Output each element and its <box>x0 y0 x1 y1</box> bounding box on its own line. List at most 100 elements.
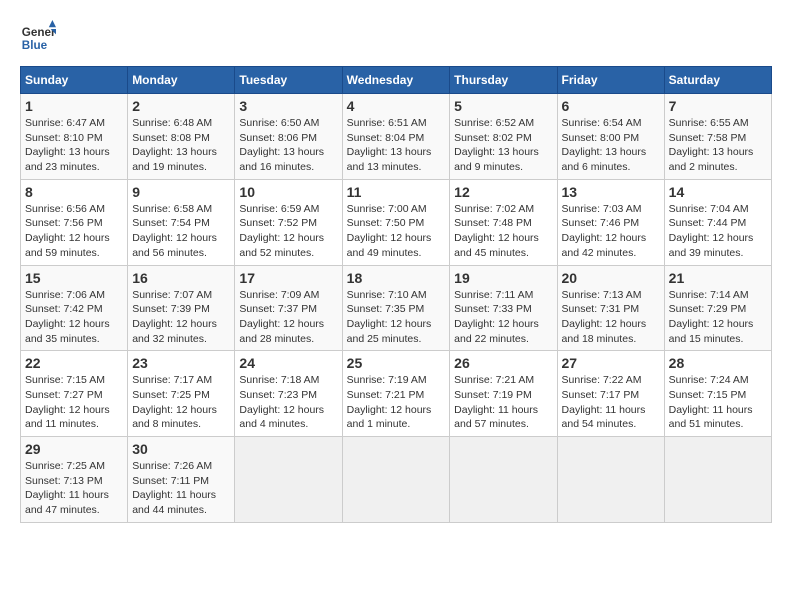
day-number: 4 <box>347 98 446 114</box>
day-info: Sunrise: 7:25 AMSunset: 7:13 PMDaylight:… <box>25 459 123 518</box>
calendar-header-row: SundayMondayTuesdayWednesdayThursdayFrid… <box>21 67 772 94</box>
calendar-cell: 29 Sunrise: 7:25 AMSunset: 7:13 PMDayligh… <box>21 437 128 523</box>
day-number: 3 <box>239 98 337 114</box>
day-info: Sunrise: 7:00 AMSunset: 7:50 PMDaylight:… <box>347 202 446 261</box>
day-number: 1 <box>25 98 123 114</box>
calendar-cell: 28 Sunrise: 7:24 AMSunset: 7:15 PMDayligh… <box>664 351 771 437</box>
day-info: Sunrise: 7:07 AMSunset: 7:39 PMDaylight:… <box>132 288 230 347</box>
day-info: Sunrise: 7:11 AMSunset: 7:33 PMDaylight:… <box>454 288 552 347</box>
day-number: 19 <box>454 270 552 286</box>
calendar-cell: 22 Sunrise: 7:15 AMSunset: 7:27 PMDayligh… <box>21 351 128 437</box>
col-header-friday: Friday <box>557 67 664 94</box>
day-number: 22 <box>25 355 123 371</box>
day-info: Sunrise: 6:55 AMSunset: 7:58 PMDaylight:… <box>669 116 767 175</box>
day-info: Sunrise: 6:58 AMSunset: 7:54 PMDaylight:… <box>132 202 230 261</box>
day-info: Sunrise: 7:14 AMSunset: 7:29 PMDaylight:… <box>669 288 767 347</box>
day-info: Sunrise: 6:48 AMSunset: 8:08 PMDaylight:… <box>132 116 230 175</box>
day-number: 7 <box>669 98 767 114</box>
day-info: Sunrise: 7:09 AMSunset: 7:37 PMDaylight:… <box>239 288 337 347</box>
day-info: Sunrise: 7:06 AMSunset: 7:42 PMDaylight:… <box>25 288 123 347</box>
day-number: 26 <box>454 355 552 371</box>
day-info: Sunrise: 7:13 AMSunset: 7:31 PMDaylight:… <box>562 288 660 347</box>
calendar-cell: 17 Sunrise: 7:09 AMSunset: 7:37 PMDayligh… <box>235 265 342 351</box>
day-info: Sunrise: 7:17 AMSunset: 7:25 PMDaylight:… <box>132 373 230 432</box>
calendar-week-row: 29 Sunrise: 7:25 AMSunset: 7:13 PMDayligh… <box>21 437 772 523</box>
calendar-week-row: 22 Sunrise: 7:15 AMSunset: 7:27 PMDayligh… <box>21 351 772 437</box>
calendar-cell: 30Sunrise: 7:26 AMSunset: 7:11 PMDayligh… <box>128 437 235 523</box>
day-number: 6 <box>562 98 660 114</box>
calendar-cell: 21 Sunrise: 7:14 AMSunset: 7:29 PMDayligh… <box>664 265 771 351</box>
calendar-week-row: 1 Sunrise: 6:47 AMSunset: 8:10 PMDaylight… <box>21 94 772 180</box>
day-number: 24 <box>239 355 337 371</box>
day-number: 8 <box>25 184 123 200</box>
day-info: Sunrise: 7:03 AMSunset: 7:46 PMDaylight:… <box>562 202 660 261</box>
day-number: 16 <box>132 270 230 286</box>
calendar-cell: 23 Sunrise: 7:17 AMSunset: 7:25 PMDayligh… <box>128 351 235 437</box>
calendar-cell: 14 Sunrise: 7:04 AMSunset: 7:44 PMDayligh… <box>664 179 771 265</box>
calendar-cell: 3 Sunrise: 6:50 AMSunset: 8:06 PMDaylight… <box>235 94 342 180</box>
day-info: Sunrise: 7:18 AMSunset: 7:23 PMDaylight:… <box>239 373 337 432</box>
calendar-cell: 1 Sunrise: 6:47 AMSunset: 8:10 PMDaylight… <box>21 94 128 180</box>
day-number: 2 <box>132 98 230 114</box>
day-number: 11 <box>347 184 446 200</box>
calendar-cell: 12 Sunrise: 7:02 AMSunset: 7:48 PMDayligh… <box>450 179 557 265</box>
col-header-saturday: Saturday <box>664 67 771 94</box>
day-info: Sunrise: 6:54 AMSunset: 8:00 PMDaylight:… <box>562 116 660 175</box>
day-number: 9 <box>132 184 230 200</box>
day-info: Sunrise: 7:19 AMSunset: 7:21 PMDaylight:… <box>347 373 446 432</box>
calendar-cell: 20 Sunrise: 7:13 AMSunset: 7:31 PMDayligh… <box>557 265 664 351</box>
day-number: 18 <box>347 270 446 286</box>
day-number: 23 <box>132 355 230 371</box>
day-number: 30 <box>132 441 230 457</box>
day-number: 5 <box>454 98 552 114</box>
day-number: 15 <box>25 270 123 286</box>
day-info: Sunrise: 7:24 AMSunset: 7:15 PMDaylight:… <box>669 373 767 432</box>
calendar-cell: 4Sunrise: 6:51 AMSunset: 8:04 PMDaylight… <box>342 94 450 180</box>
day-info: Sunrise: 6:50 AMSunset: 8:06 PMDaylight:… <box>239 116 337 175</box>
day-info: Sunrise: 7:04 AMSunset: 7:44 PMDaylight:… <box>669 202 767 261</box>
day-number: 21 <box>669 270 767 286</box>
logo-icon: General Blue <box>20 20 56 56</box>
calendar-cell: 13Sunrise: 7:03 AMSunset: 7:46 PMDayligh… <box>557 179 664 265</box>
day-info: Sunrise: 6:47 AMSunset: 8:10 PMDaylight:… <box>25 116 123 175</box>
col-header-monday: Monday <box>128 67 235 94</box>
day-info: Sunrise: 6:59 AMSunset: 7:52 PMDaylight:… <box>239 202 337 261</box>
page-header: General Blue <box>20 20 772 56</box>
day-info: Sunrise: 7:22 AMSunset: 7:17 PMDaylight:… <box>562 373 660 432</box>
calendar-table: SundayMondayTuesdayWednesdayThursdayFrid… <box>20 66 772 523</box>
calendar-cell <box>450 437 557 523</box>
day-number: 29 <box>25 441 123 457</box>
calendar-cell <box>342 437 450 523</box>
calendar-cell: 19 Sunrise: 7:11 AMSunset: 7:33 PMDayligh… <box>450 265 557 351</box>
day-info: Sunrise: 6:56 AMSunset: 7:56 PMDaylight:… <box>25 202 123 261</box>
calendar-cell <box>235 437 342 523</box>
day-number: 28 <box>669 355 767 371</box>
col-header-sunday: Sunday <box>21 67 128 94</box>
day-info: Sunrise: 7:02 AMSunset: 7:48 PMDaylight:… <box>454 202 552 261</box>
col-header-thursday: Thursday <box>450 67 557 94</box>
calendar-cell: 11 Sunrise: 7:00 AMSunset: 7:50 PMDayligh… <box>342 179 450 265</box>
calendar-week-row: 8 Sunrise: 6:56 AMSunset: 7:56 PMDaylight… <box>21 179 772 265</box>
day-number: 25 <box>347 355 446 371</box>
day-number: 20 <box>562 270 660 286</box>
calendar-cell: 24 Sunrise: 7:18 AMSunset: 7:23 PMDayligh… <box>235 351 342 437</box>
day-info: Sunrise: 7:15 AMSunset: 7:27 PMDaylight:… <box>25 373 123 432</box>
day-info: Sunrise: 7:10 AMSunset: 7:35 PMDaylight:… <box>347 288 446 347</box>
calendar-cell: 9 Sunrise: 6:58 AMSunset: 7:54 PMDaylight… <box>128 179 235 265</box>
calendar-cell: 15 Sunrise: 7:06 AMSunset: 7:42 PMDayligh… <box>21 265 128 351</box>
day-number: 27 <box>562 355 660 371</box>
calendar-cell: 25 Sunrise: 7:19 AMSunset: 7:21 PMDayligh… <box>342 351 450 437</box>
calendar-cell: 10Sunrise: 6:59 AMSunset: 7:52 PMDayligh… <box>235 179 342 265</box>
calendar-cell: 27 Sunrise: 7:22 AMSunset: 7:17 PMDayligh… <box>557 351 664 437</box>
col-header-wednesday: Wednesday <box>342 67 450 94</box>
day-number: 17 <box>239 270 337 286</box>
svg-text:Blue: Blue <box>22 39 48 52</box>
col-header-tuesday: Tuesday <box>235 67 342 94</box>
calendar-cell <box>664 437 771 523</box>
svg-text:General: General <box>22 26 56 39</box>
day-info: Sunrise: 6:52 AMSunset: 8:02 PMDaylight:… <box>454 116 552 175</box>
day-number: 12 <box>454 184 552 200</box>
calendar-cell: 6 Sunrise: 6:54 AMSunset: 8:00 PMDaylight… <box>557 94 664 180</box>
day-number: 14 <box>669 184 767 200</box>
calendar-cell: 5 Sunrise: 6:52 AMSunset: 8:02 PMDaylight… <box>450 94 557 180</box>
